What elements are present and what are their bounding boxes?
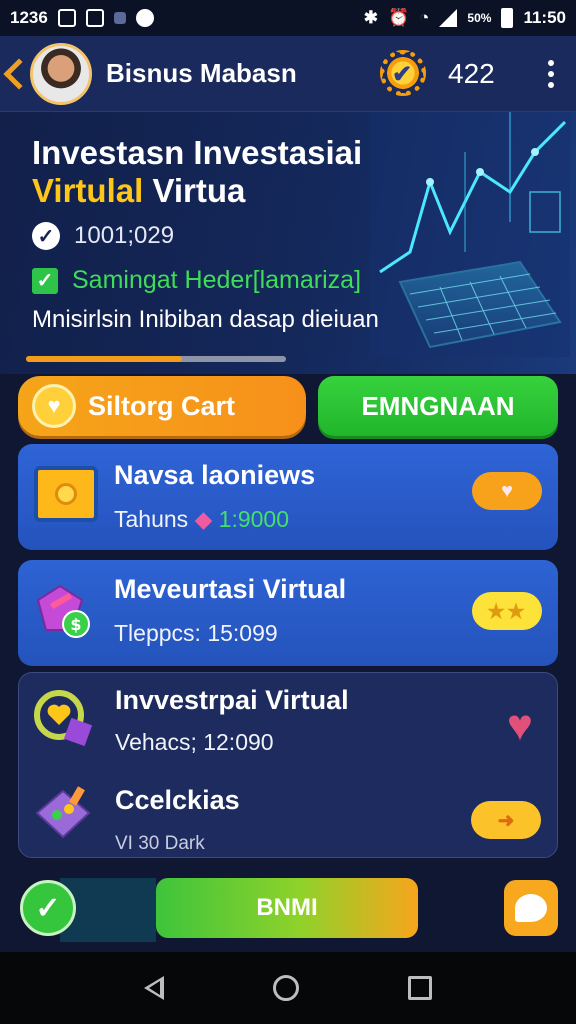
card-title: Navsa laoniews	[114, 460, 316, 490]
rating-button[interactable]: ★★	[472, 592, 542, 630]
hero-title: Investasn Investasiai	[32, 134, 363, 171]
status-text: Samingat Heder[lamariza]	[72, 266, 362, 294]
heart-icon[interactable]: ♥	[507, 701, 533, 751]
hero-progress-bar	[26, 356, 286, 362]
main-action-button[interactable]: BNMI	[156, 878, 418, 938]
status-time-left: 1236	[10, 8, 48, 27]
check-icon: ✔	[392, 61, 413, 88]
avatar[interactable]	[30, 42, 92, 105]
alarm-icon: ⏰	[387, 8, 410, 27]
card-title: Meveurtasi Virtual	[114, 574, 347, 604]
heart-coin-icon: ♥	[32, 384, 76, 428]
card-title[interactable]: Invvestrpai Virtual	[115, 685, 349, 716]
status-row: ✓ Samingat Heder[lamariza]	[32, 266, 361, 295]
check-circle-icon: ✓	[32, 222, 60, 250]
battery-percent: 50%	[467, 11, 492, 25]
money-tag-icon: $	[36, 584, 90, 638]
phone-icon	[85, 9, 104, 27]
nfc-icon: ✱	[363, 8, 378, 27]
list-item[interactable]: Navsa laoniews Tahuns ◆ 1:9000 ♥	[18, 444, 558, 550]
green-action-button[interactable]: EMNGNAAN	[318, 376, 558, 436]
back-arrow-icon[interactable]	[3, 57, 35, 90]
laptop-chart-illustration	[370, 112, 570, 357]
svg-text:$: $	[70, 615, 81, 634]
hero-subtitle-rest: Virtua	[152, 172, 246, 209]
favorite-button[interactable]: ♥	[472, 472, 542, 510]
card-subtitle: Tleppcs: 15:099	[114, 620, 278, 646]
messenger-icon	[135, 9, 154, 27]
card-sub-label: Tahuns	[114, 506, 189, 532]
status-bar: 1236 ✱ ⏰ ◔ 50% 11:50	[0, 0, 576, 36]
page-title: Bisnus Mabasn	[106, 58, 297, 88]
confirm-button[interactable]: ✓	[20, 880, 76, 936]
nav-back-icon[interactable]	[144, 976, 165, 1000]
status-clock: 11:50	[523, 8, 566, 27]
hero-subtitle-highlight: Virtulal	[32, 172, 144, 209]
nav-home-icon[interactable]	[272, 975, 299, 1001]
gem-icon: ◆	[194, 506, 213, 532]
app-notification-icon	[113, 12, 126, 24]
card-title[interactable]: Ccelckias	[115, 785, 240, 816]
card-subtitle: Tahuns ◆ 1:9000	[114, 506, 289, 533]
forward-button[interactable]: ➜	[471, 801, 541, 839]
signal-icon	[439, 9, 458, 27]
chat-bubble-icon	[515, 894, 547, 922]
battery-icon	[501, 8, 514, 28]
list-item[interactable]: $ Meveurtasi Virtual Tleppcs: 15:099 ★★	[18, 560, 558, 666]
coin-count: 422	[448, 58, 495, 89]
heart-ring-icon	[34, 690, 93, 747]
clipboard-icon	[34, 466, 98, 522]
cart-button[interactable]: ♥ Siltorg Cart	[18, 376, 306, 436]
notification-icon	[57, 9, 76, 27]
timer-value: 1001;029	[74, 222, 175, 249]
system-nav-bar	[0, 952, 576, 1024]
hero-banner: Investasn Investasiai Virtulal Virtua ✓ …	[0, 112, 576, 374]
hero-description: Mnisirlsin Inibiban dasap dieiuan	[32, 306, 379, 333]
card-subtitle: VI 30 Dark	[115, 833, 205, 854]
list-group: Invvestrpai Virtual Vehacs; 12:090 ♥ Cce…	[18, 672, 558, 858]
timer-row: ✓ 1001;029	[32, 222, 174, 250]
wifi-icon: ◔	[419, 8, 430, 27]
card-sub-value: 1:9000	[218, 506, 290, 532]
card-subtitle: Vehacs; 12:090	[115, 729, 274, 755]
hero-progress-fill	[26, 356, 182, 362]
chat-button[interactable]	[504, 880, 558, 936]
ticket-icon	[35, 786, 91, 839]
checkbox-icon: ✓	[32, 267, 58, 294]
app-header: Bisnus Mabasn ✔ 422	[0, 36, 576, 112]
more-menu-icon[interactable]	[548, 60, 554, 88]
nav-recents-icon[interactable]	[407, 976, 432, 1000]
cart-button-label: Siltorg Cart	[88, 390, 236, 421]
hero-subtitle: Virtulal Virtua	[32, 172, 245, 210]
